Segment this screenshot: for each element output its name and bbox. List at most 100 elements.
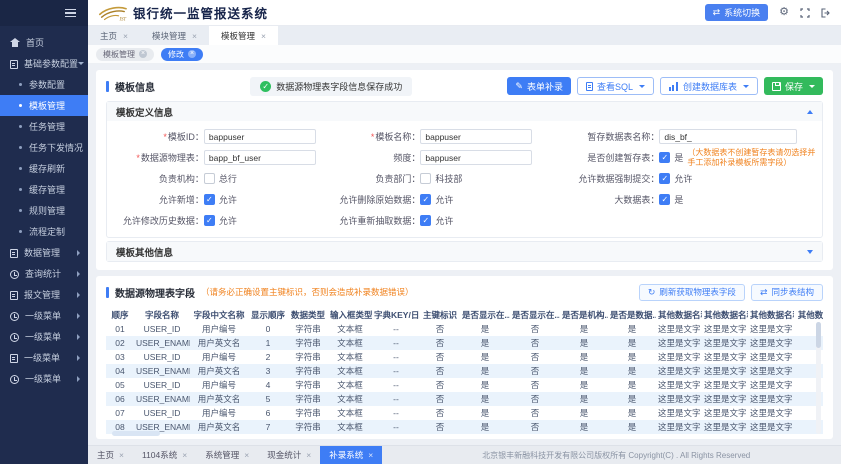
- collapse-icon[interactable]: [807, 110, 813, 114]
- table-cell: 否: [510, 392, 560, 406]
- close-icon[interactable]: ×: [261, 31, 266, 41]
- sidebar-item-cache-refresh[interactable]: 缓存刷新: [0, 158, 88, 179]
- settings-gear-icon[interactable]: ⚙: [779, 7, 789, 18]
- frequency-input[interactable]: [420, 150, 532, 165]
- table-cell: 用户编号: [190, 378, 248, 392]
- expand-icon[interactable]: [807, 250, 813, 254]
- bottom-tab-3[interactable]: 现金统计×: [258, 446, 320, 464]
- form-supplement-button[interactable]: ✎ 表单补录: [507, 77, 571, 95]
- allow-add-checkbox[interactable]: ✓: [204, 194, 215, 205]
- subtab-1[interactable]: 修改×: [161, 48, 203, 61]
- allow-modify-history-checkbox[interactable]: ✓: [204, 215, 215, 226]
- field-label: 模板名称: [329, 130, 420, 143]
- sync-structure-button[interactable]: ⇄ 同步表结构: [751, 284, 823, 301]
- big-data-table-checkbox[interactable]: ✓: [659, 194, 670, 205]
- sidebar-item-report-mgmt[interactable]: 报文管理: [0, 284, 88, 305]
- sidebar-item-menu-l1-2[interactable]: 一级菜单: [0, 326, 88, 347]
- close-icon[interactable]: ×: [306, 450, 311, 460]
- table-cell: 用户编号: [190, 322, 248, 336]
- sidebar-item-data-mgmt[interactable]: 数据管理: [0, 242, 88, 263]
- bottom-tab-1[interactable]: 1104系统×: [133, 446, 196, 464]
- sidebar-item-task-mgmt[interactable]: 任务管理: [0, 116, 88, 137]
- sidebar-item-base-param-config[interactable]: 基础参数配置: [0, 53, 88, 74]
- vertical-scrollbar-thumb[interactable]: [816, 322, 821, 348]
- sidebar-item-label: 任务管理: [29, 120, 65, 133]
- bottom-tab-2[interactable]: 系统管理×: [196, 446, 258, 464]
- field-label: 数据源物理表: [113, 151, 204, 164]
- vertical-scrollbar[interactable]: [816, 322, 821, 434]
- sidebar-item-label: 一级菜单: [24, 351, 60, 364]
- allow-delete-original-checkbox[interactable]: ✓: [420, 194, 431, 205]
- table-cell: 是: [460, 406, 510, 420]
- sidebar-item-label: 一级菜单: [25, 309, 61, 322]
- close-icon[interactable]: ×: [182, 450, 187, 460]
- close-icon[interactable]: ×: [244, 450, 249, 460]
- table-row[interactable]: 02USER_ENAME用户英文名1字符串文本框--否是否是是这里是文字这里是文…: [106, 336, 823, 350]
- tab-2[interactable]: 模板管理×: [209, 26, 278, 45]
- table-row[interactable]: 07USER_ID用户编号6字符串文本框--否是否是是这里是文字这里是文字这里是…: [106, 406, 823, 420]
- table-cell: 1: [248, 336, 288, 350]
- allow-force-submit-checkbox[interactable]: ✓: [659, 173, 670, 184]
- create-db-table-button[interactable]: 创建数据库表: [660, 77, 758, 95]
- sidebar-item-template-mgmt[interactable]: 模板管理: [0, 95, 88, 116]
- table-row[interactable]: 09USER_ID用户编号8字符串文本框--否是否是是这里是文字这里是文字这里是…: [106, 434, 823, 436]
- other-section-header[interactable]: 模板其他信息: [107, 242, 822, 261]
- source-physical-table-input[interactable]: [204, 150, 316, 165]
- sidebar-item-rule-mgmt[interactable]: 规则管理: [0, 200, 88, 221]
- table-cell: 文本框: [328, 378, 372, 392]
- close-icon[interactable]: ×: [123, 31, 128, 41]
- table-row[interactable]: 04USER_ENAME用户英文名3字符串文本框--否是否是是这里是文字这里是文…: [106, 364, 823, 378]
- sidebar-item-home[interactable]: 首页: [0, 32, 88, 53]
- table-row[interactable]: 06USER_ENAME用户英文名5字符串文本框--否是否是是这里是文字这里是文…: [106, 392, 823, 406]
- close-icon[interactable]: ×: [119, 450, 124, 460]
- responsible-dept-checkbox[interactable]: [420, 173, 431, 184]
- close-circle-icon[interactable]: ×: [139, 50, 147, 58]
- sidebar-item-query-stats[interactable]: 查询统计: [0, 263, 88, 284]
- chevron-right-icon: [77, 250, 80, 256]
- table-cell: 是: [460, 350, 510, 364]
- template-name-input[interactable]: [420, 129, 532, 144]
- form-field-responsible-dept: 负责部门科技部: [329, 168, 545, 189]
- tab-1[interactable]: 模块管理×: [140, 26, 209, 45]
- bottom-tab-4[interactable]: 补录系统×: [320, 446, 382, 464]
- checkbox-label: 允许: [219, 214, 237, 227]
- table-cell: 否: [510, 406, 560, 420]
- doc-icon: [10, 60, 18, 69]
- menu-toggle-icon[interactable]: [65, 9, 76, 18]
- close-icon[interactable]: ×: [192, 31, 197, 41]
- fullscreen-icon[interactable]: [800, 8, 810, 18]
- save-button[interactable]: 保存: [764, 77, 823, 95]
- responsible-org-checkbox[interactable]: [204, 173, 215, 184]
- create-staging-table-checkbox[interactable]: ✓: [659, 152, 670, 163]
- table-cell: 是: [608, 420, 656, 434]
- refresh-fields-button[interactable]: ↻ 刷新获取物理表字段: [639, 284, 745, 301]
- sidebar-item-menu-l1-1[interactable]: 一级菜单: [0, 305, 88, 326]
- sidebar-item-menu-l1-3[interactable]: 一级菜单: [0, 347, 88, 368]
- tab-0[interactable]: 主页×: [88, 26, 140, 45]
- sidebar-item-menu-l1-4[interactable]: 一级菜单: [0, 368, 88, 389]
- sidebar-item-task-dispatch[interactable]: 任务下发情况: [0, 137, 88, 158]
- table-cell: --: [372, 364, 420, 378]
- template-id-input[interactable]: [204, 129, 316, 144]
- close-circle-icon[interactable]: ×: [188, 50, 196, 58]
- staging-table-name-input[interactable]: [659, 129, 797, 144]
- horizontal-scrollbar-thumb[interactable]: [112, 431, 160, 436]
- system-switch-button[interactable]: ⇄ 系统切换: [705, 4, 769, 21]
- table-row[interactable]: 05USER_ID用户编号4字符串文本框--否是否是是这里是文字这里是文字这里是…: [106, 378, 823, 392]
- table-cell: 字符串: [288, 364, 328, 378]
- definition-section-header[interactable]: 模板定义信息: [107, 102, 822, 121]
- logout-icon[interactable]: [821, 8, 831, 18]
- sidebar-item-process-custom[interactable]: 流程定制: [0, 221, 88, 242]
- sidebar-item-param-config[interactable]: 参数配置: [0, 74, 88, 95]
- allow-re-extract-checkbox[interactable]: ✓: [420, 215, 431, 226]
- table-row[interactable]: 01USER_ID用户编号0字符串文本框--否是否是是这里是文字这里是文字这里是…: [106, 322, 823, 336]
- clock-icon: [10, 333, 19, 342]
- subtab-0[interactable]: 模板管理×: [96, 48, 154, 61]
- table-row[interactable]: 03USER_ID用户编号2字符串文本框--否是否是是这里是文字这里是文字这里是…: [106, 350, 823, 364]
- view-sql-button[interactable]: 查看SQL: [577, 77, 654, 95]
- field-label: 模板ID: [113, 130, 204, 143]
- bottom-tab-0[interactable]: 主页×: [88, 446, 133, 464]
- close-icon[interactable]: ×: [368, 450, 373, 460]
- sidebar-item-cache-mgmt[interactable]: 缓存管理: [0, 179, 88, 200]
- table-row[interactable]: 08USER_ENAME用户英文名7字符串文本框--否是否是是这里是文字这里是文…: [106, 420, 823, 434]
